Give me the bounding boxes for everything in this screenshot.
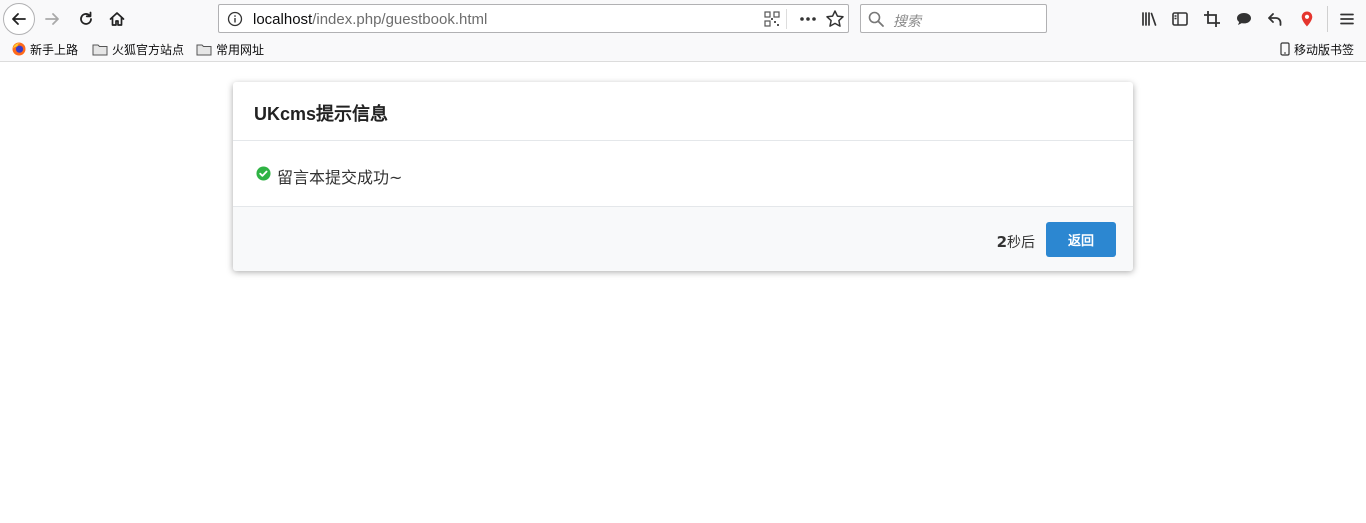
forward-button[interactable]: [40, 7, 64, 31]
location-button[interactable]: [1295, 7, 1319, 31]
menu-button[interactable]: [1335, 7, 1359, 31]
url-host: localhost: [253, 11, 313, 28]
info-icon[interactable]: [227, 11, 243, 27]
sidebar-icon: [1172, 12, 1188, 26]
home-icon: [109, 12, 125, 26]
back-link-button[interactable]: 返回: [1046, 222, 1116, 257]
dialog-header: UKcms提示信息: [233, 82, 1133, 141]
folder-icon: [196, 44, 212, 55]
search-placeholder: 搜索: [893, 13, 921, 29]
bookmark-label: 常用网址: [216, 42, 265, 57]
crop-icon: [1204, 11, 1220, 27]
more-icon[interactable]: [797, 8, 819, 30]
success-check-icon: [256, 166, 271, 181]
dialog-body: 留言本提交成功~: [233, 141, 1133, 206]
arrow-left-icon: [12, 13, 26, 25]
home-button[interactable]: [105, 7, 129, 31]
hamburger-menu-icon: [1340, 13, 1354, 25]
map-pin-icon: [1301, 11, 1313, 27]
undo-icon: [1268, 13, 1282, 26]
library-icon: [1142, 12, 1157, 26]
bookmark-item[interactable]: 常用网址: [196, 41, 264, 57]
folder-icon: [92, 44, 108, 55]
dialog-title: UKcms提示信息: [254, 104, 389, 124]
url-separator: [786, 9, 787, 29]
bookmark-item[interactable]: 火狐官方站点: [92, 41, 184, 57]
search-icon: [868, 11, 884, 27]
bookmark-item[interactable]: 新手上路: [12, 41, 78, 57]
library-button[interactable]: [1137, 7, 1161, 31]
dialog-footer: 2秒后 返回: [233, 206, 1133, 271]
star-icon[interactable]: [824, 8, 846, 30]
reload-icon: [80, 11, 92, 25]
arrow-right-icon: [45, 13, 59, 25]
countdown-text: 2秒后: [997, 232, 1035, 252]
chat-bubble-icon: [1237, 13, 1251, 25]
countdown-suffix: 秒后: [1007, 235, 1035, 251]
countdown-number: 2: [996, 233, 1007, 251]
url-text[interactable]: localhost/index.php/guestbook.html: [253, 11, 487, 28]
url-path: /index.php/guestbook.html: [312, 11, 488, 28]
url-bar[interactable]: localhost/index.php/guestbook.html: [218, 4, 849, 33]
reload-button[interactable]: [74, 7, 98, 31]
toolbar-separator: [1327, 6, 1328, 32]
qr-code-icon[interactable]: [764, 11, 780, 27]
message-dialog: UKcms提示信息 留言本提交成功~ 2秒后 返回: [233, 82, 1133, 271]
success-message: 留言本提交成功~: [277, 168, 403, 187]
browser-toolbar: localhost/index.php/guestbook.html 搜索: [0, 0, 1366, 38]
search-bar[interactable]: 搜索: [860, 4, 1047, 33]
firefox-icon: [12, 42, 26, 56]
undo-button[interactable]: [1263, 7, 1287, 31]
chat-button[interactable]: [1232, 7, 1256, 31]
mobile-phone-icon: [1280, 42, 1290, 56]
bookmark-label: 火狐官方站点: [112, 42, 185, 57]
mobile-bookmarks-label: 移动版书签: [1294, 42, 1355, 57]
back-button[interactable]: [3, 3, 35, 35]
screenshot-button[interactable]: [1200, 7, 1224, 31]
sidebar-button[interactable]: [1168, 7, 1192, 31]
mobile-bookmarks[interactable]: 移动版书签: [1280, 41, 1354, 57]
bookmark-label: 新手上路: [30, 42, 79, 57]
